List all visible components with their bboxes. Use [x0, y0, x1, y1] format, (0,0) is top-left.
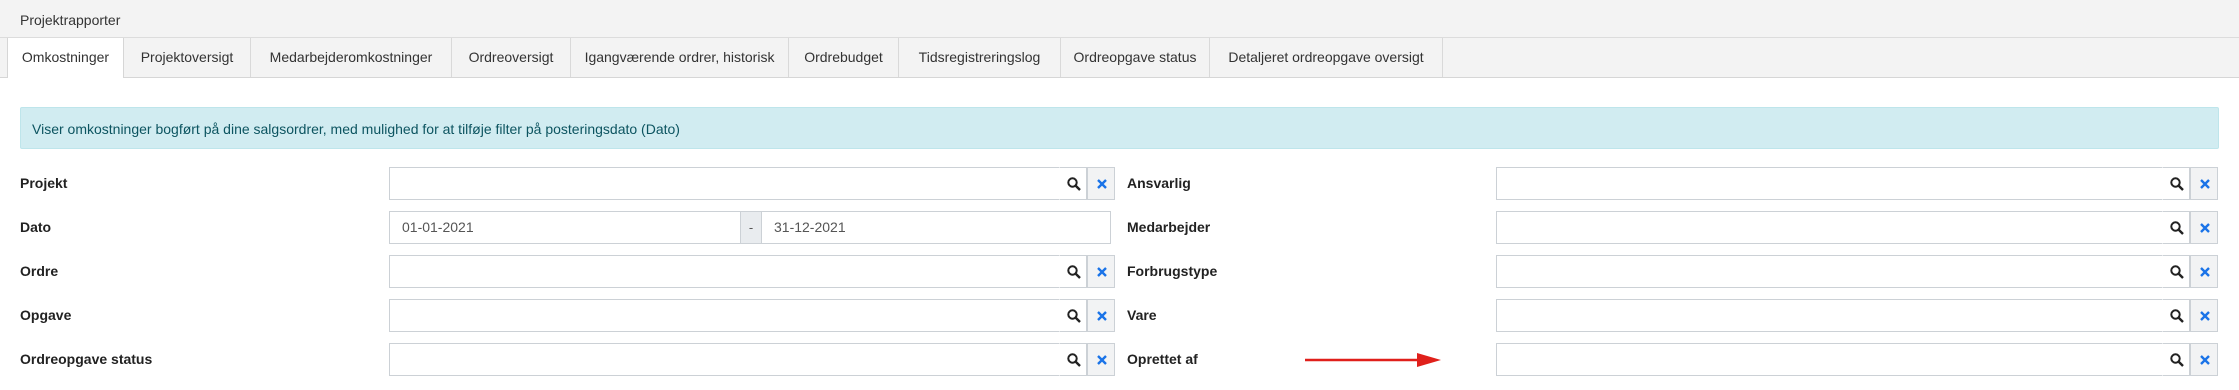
projekt-clear-button[interactable]: [1087, 167, 1115, 200]
ordreopgave-status-label: Ordreopgave status: [20, 351, 153, 367]
tab-projektoversigt[interactable]: Projektoversigt: [124, 38, 251, 77]
forbrugstype-clear-button[interactable]: [2190, 255, 2218, 288]
ordre-input[interactable]: [389, 255, 1088, 288]
search-icon: [1067, 177, 1081, 191]
panel-header: Projektrapporter: [0, 0, 2239, 38]
medarbejder-input[interactable]: [1496, 211, 2196, 244]
close-icon: [2200, 267, 2210, 277]
forbrugstype-search-button[interactable]: [2162, 255, 2190, 288]
tab-ordreoversigt[interactable]: Ordreoversigt: [452, 38, 571, 77]
ordreopgave-status-clear-button[interactable]: [1087, 343, 1115, 376]
ordreopgave-status-search-button[interactable]: [1059, 343, 1087, 376]
dato-from-input[interactable]: 01-01-2021: [389, 211, 741, 244]
close-icon: [2200, 311, 2210, 321]
projekt-label: Projekt: [20, 175, 68, 191]
opgave-clear-button[interactable]: [1087, 299, 1115, 332]
tab-ordrebudget[interactable]: Ordrebudget: [789, 38, 899, 77]
red-arrow-icon: [1305, 353, 1441, 367]
close-icon: [2200, 355, 2210, 365]
close-icon: [1097, 179, 1107, 189]
tab-medarbejderomkostninger[interactable]: Medarbejderomkostninger: [251, 38, 452, 77]
close-icon: [1097, 355, 1107, 365]
oprettet-af-label: Oprettet af: [1127, 351, 1198, 367]
search-icon: [2170, 353, 2184, 367]
panel-title: Projektrapporter: [20, 12, 121, 28]
tab-detaljeret-ordreopgave-oversigt[interactable]: Detaljeret ordreopgave oversigt: [1210, 38, 1443, 77]
opgave-search-button[interactable]: [1059, 299, 1087, 332]
ordre-clear-button[interactable]: [1087, 255, 1115, 288]
date-range-separator: -: [740, 211, 762, 244]
vare-clear-button[interactable]: [2190, 299, 2218, 332]
opgave-label: Opgave: [20, 307, 72, 323]
medarbejder-clear-button[interactable]: [2190, 211, 2218, 244]
dato-to-input[interactable]: 31-12-2021: [761, 211, 1111, 244]
opgave-input[interactable]: [389, 299, 1088, 332]
close-icon: [1097, 267, 1107, 277]
oprettet-af-input[interactable]: [1496, 343, 2196, 376]
projekt-search-button[interactable]: [1059, 167, 1087, 200]
info-alert: Viser omkostninger bogført på dine salgs…: [20, 107, 2219, 149]
ordreopgave-status-input[interactable]: [389, 343, 1088, 376]
vare-input[interactable]: [1496, 299, 2196, 332]
vare-label: Vare: [1127, 307, 1157, 323]
ansvarlig-search-button[interactable]: [2162, 167, 2190, 200]
close-icon: [1097, 311, 1107, 321]
ordre-search-button[interactable]: [1059, 255, 1087, 288]
tab-tidsregistreringslog[interactable]: Tidsregistreringslog: [899, 38, 1061, 77]
vare-search-button[interactable]: [2162, 299, 2190, 332]
search-icon: [2170, 221, 2184, 235]
ansvarlig-input[interactable]: [1496, 167, 2196, 200]
tab-igangvaerende-ordrer-historisk[interactable]: Igangværende ordrer, historisk: [571, 38, 789, 77]
info-alert-text: Viser omkostninger bogført på dine salgs…: [32, 121, 680, 137]
medarbejder-search-button[interactable]: [2162, 211, 2190, 244]
tab-omkostninger[interactable]: Omkostninger: [7, 38, 124, 78]
search-icon: [2170, 265, 2184, 279]
ansvarlig-clear-button[interactable]: [2190, 167, 2218, 200]
forbrugstype-input[interactable]: [1496, 255, 2196, 288]
ansvarlig-label: Ansvarlig: [1127, 175, 1191, 191]
ordre-label: Ordre: [20, 263, 59, 279]
search-icon: [1067, 265, 1081, 279]
dato-label: Dato: [20, 219, 52, 235]
oprettet-af-clear-button[interactable]: [2190, 343, 2218, 376]
search-icon: [1067, 309, 1081, 323]
medarbejder-label: Medarbejder: [1127, 219, 1211, 235]
forbrugstype-label: Forbrugstype: [1127, 263, 1218, 279]
close-icon: [2200, 179, 2210, 189]
search-icon: [2170, 309, 2184, 323]
oprettet-af-search-button[interactable]: [2162, 343, 2190, 376]
project-reports-panel: Projektrapporter Omkostninger Projektove…: [0, 0, 2239, 390]
search-icon: [1067, 353, 1081, 367]
tab-ordreopgave-status[interactable]: Ordreopgave status: [1061, 38, 1210, 77]
search-icon: [2170, 177, 2184, 191]
report-tabs: Omkostninger Projektoversigt Medarbejder…: [0, 38, 2239, 78]
projekt-input[interactable]: [389, 167, 1088, 200]
close-icon: [2200, 223, 2210, 233]
